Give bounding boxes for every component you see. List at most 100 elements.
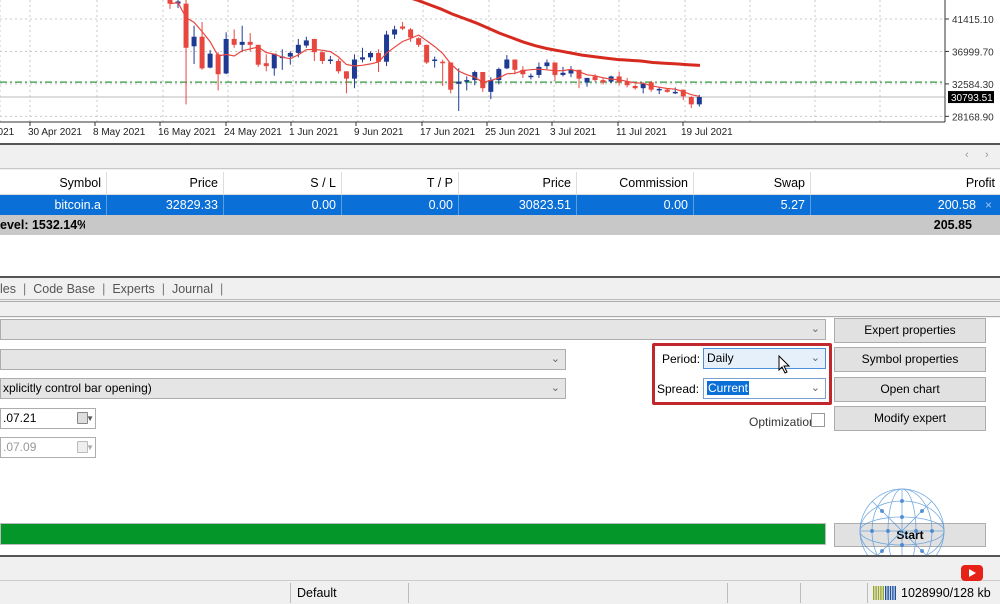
candle-body bbox=[552, 62, 558, 75]
scroll-left-icon[interactable]: ‹ bbox=[965, 149, 969, 161]
status-bar: Default 1028990/128 kb bbox=[0, 580, 1000, 604]
col-sl[interactable]: S / L bbox=[224, 172, 342, 194]
candle-body bbox=[560, 72, 566, 75]
candle-body bbox=[504, 59, 510, 69]
cell-profit: 200.58 bbox=[937, 198, 976, 212]
scroll-right-icon[interactable]: › bbox=[985, 149, 989, 161]
candle-body bbox=[416, 38, 422, 45]
candle-body bbox=[287, 52, 293, 57]
mouse-cursor-icon bbox=[778, 355, 791, 374]
x-tick-label: 25 Jun 2021 bbox=[485, 127, 540, 138]
candle-body bbox=[488, 80, 494, 92]
y-tick-label: 28168.90 bbox=[952, 112, 994, 123]
cell-symbol: bitcoin.a bbox=[0, 195, 107, 215]
candle-body bbox=[536, 66, 542, 75]
current-price-label: 30793.51 bbox=[951, 93, 993, 104]
table-row[interactable]: bitcoin.a 32829.33 0.00 0.00 30823.51 0.… bbox=[0, 195, 1000, 215]
annotation-highlight bbox=[652, 343, 832, 405]
expert-select[interactable]: ⌄ bbox=[0, 319, 826, 340]
x-tick-label: 8 May 2021 bbox=[93, 127, 146, 138]
cell-open-price: 32829.33 bbox=[107, 195, 224, 215]
x-tick-label: 2021 bbox=[0, 127, 15, 138]
tab-articles[interactable]: les bbox=[0, 282, 23, 296]
tester-tabs-strip bbox=[0, 555, 1000, 580]
candle-body bbox=[672, 91, 678, 94]
candle-body bbox=[199, 36, 205, 69]
close-position-icon[interactable]: × bbox=[985, 198, 992, 212]
status-traffic: 1028990/128 kb bbox=[901, 586, 991, 600]
chart-scroll-strip: ‹ › bbox=[0, 145, 1000, 169]
test-progress-bar bbox=[0, 523, 826, 545]
candle-body bbox=[319, 52, 325, 61]
col-profit[interactable]: Profit bbox=[811, 172, 1000, 194]
date-from-field[interactable]: .07.21 ▼ bbox=[0, 408, 96, 429]
candle-body bbox=[664, 89, 670, 92]
date-to-field[interactable]: .07.09 ▼ bbox=[0, 437, 96, 458]
col-commission[interactable]: Commission bbox=[577, 172, 694, 194]
candle-body bbox=[295, 44, 301, 53]
candle-body bbox=[368, 52, 373, 58]
x-tick-label: 30 Apr 2021 bbox=[28, 127, 82, 138]
tab-experts[interactable]: Experts bbox=[105, 282, 161, 296]
optimization-checkbox[interactable] bbox=[811, 413, 825, 427]
candle-body bbox=[424, 44, 430, 63]
x-tick-label: 17 Jun 2021 bbox=[420, 127, 475, 138]
cell-price: 30823.51 bbox=[459, 195, 577, 215]
candle-body bbox=[640, 83, 646, 89]
candle-body bbox=[239, 41, 245, 45]
dropdown-arrow-icon: ▼ bbox=[86, 443, 94, 452]
signal-bar bbox=[880, 586, 882, 600]
trade-table: Symbol Price S / L T / P Price Commissio… bbox=[0, 170, 1000, 278]
status-divider bbox=[408, 583, 409, 603]
cell-swap: 5.27 bbox=[694, 195, 811, 215]
date-from-value: .07.21 bbox=[3, 411, 37, 425]
candle-body bbox=[448, 62, 454, 90]
x-tick-label: 16 May 2021 bbox=[158, 127, 216, 138]
open-chart-button[interactable]: Open chart bbox=[834, 377, 986, 402]
symbol-select[interactable]: ⌄ bbox=[0, 349, 566, 370]
candle-body bbox=[191, 36, 197, 47]
youtube-subscribe-icon[interactable] bbox=[961, 565, 983, 581]
modify-expert-button[interactable]: Modify expert bbox=[834, 406, 986, 431]
status-profile: Default bbox=[297, 586, 337, 600]
chevron-down-icon: ⌄ bbox=[550, 382, 560, 394]
date-to-value: .07.09 bbox=[3, 440, 37, 454]
x-tick-label: 3 Jul 2021 bbox=[550, 127, 597, 138]
tab-journal[interactable]: Journal bbox=[165, 282, 220, 296]
x-tick-label: 1 Jun 2021 bbox=[289, 127, 339, 138]
status-divider bbox=[800, 583, 801, 603]
col-tp[interactable]: T / P bbox=[342, 172, 459, 194]
candle-body bbox=[215, 54, 221, 75]
dropdown-arrow-icon[interactable]: ▼ bbox=[86, 409, 94, 428]
col-swap[interactable]: Swap bbox=[694, 172, 811, 194]
candle-body bbox=[335, 61, 341, 72]
candle-body bbox=[303, 40, 309, 46]
model-select[interactable]: xplicitly control bar opening) ⌄ bbox=[0, 378, 566, 399]
signal-bar bbox=[882, 586, 884, 600]
col-price[interactable]: Price bbox=[107, 172, 224, 194]
candle-body bbox=[247, 41, 253, 45]
signal-bar bbox=[889, 586, 892, 600]
price-chart[interactable]: 41415.10 36999.70 32584.30 28168.90 30793.51… bbox=[0, 0, 1000, 145]
signal-bar bbox=[873, 586, 875, 600]
divider bbox=[0, 301, 1000, 302]
candle-body bbox=[271, 53, 277, 69]
chevron-down-icon: ⌄ bbox=[550, 353, 560, 365]
expert-properties-button[interactable]: Expert properties bbox=[834, 318, 986, 343]
col-price-current[interactable]: Price bbox=[459, 172, 577, 194]
slow-moving-average bbox=[411, 0, 701, 67]
x-tick-label: 24 May 2021 bbox=[224, 127, 282, 138]
terminal-tabs: les | Code Base | Experts | Journal | bbox=[0, 278, 1000, 300]
tab-code-base[interactable]: Code Base bbox=[26, 282, 102, 296]
x-tick-label: 19 Jul 2021 bbox=[681, 127, 733, 138]
candle-body bbox=[327, 59, 333, 62]
x-tick-label: 11 Jul 2021 bbox=[616, 127, 667, 138]
symbol-properties-button[interactable]: Symbol properties bbox=[834, 347, 986, 372]
status-divider bbox=[727, 583, 728, 603]
candle-body bbox=[223, 38, 229, 74]
candle-body bbox=[384, 34, 390, 62]
candle-body bbox=[392, 29, 398, 35]
col-symbol[interactable]: Symbol bbox=[0, 172, 107, 194]
chevron-down-icon: ⌄ bbox=[810, 323, 820, 335]
candle-body bbox=[592, 76, 598, 81]
